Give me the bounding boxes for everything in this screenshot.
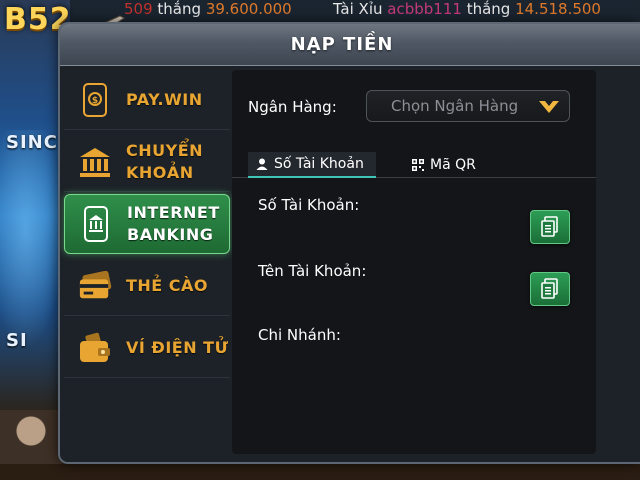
account-number-label: Số Tài Khoản: bbox=[258, 196, 360, 214]
ticker-word: thắng bbox=[157, 0, 202, 18]
wallet-icon bbox=[78, 331, 112, 365]
sidebar-item-label: PAY.WIN bbox=[126, 89, 203, 109]
ticker-amount: 14.518.500 bbox=[515, 0, 601, 18]
background-glow bbox=[0, 130, 64, 350]
ticker-entry: Tài Xỉu acbbb111 thắng 14.518.500 bbox=[333, 0, 601, 18]
sidebar-item-e-wallet[interactable]: VÍ ĐIỆN TỬ bbox=[64, 318, 230, 378]
modal-body: $ PAY.WIN CHUYỂN KHOẢN INTERNET BANKING … bbox=[60, 66, 640, 462]
sidebar-item-scratch-card[interactable]: THẺ CÀO bbox=[64, 256, 230, 316]
mobile-banking-icon bbox=[79, 206, 113, 242]
background-promo-text: SINC bbox=[6, 132, 58, 153]
copy-icon bbox=[541, 278, 558, 299]
copy-account-name-button[interactable] bbox=[530, 272, 570, 306]
bank-select-value: Chọn Ngân Hàng bbox=[391, 97, 519, 115]
sidebar-item-label: INTERNET BANKING bbox=[127, 203, 220, 244]
bank-icon bbox=[78, 145, 112, 179]
sidebar-item-label: VÍ ĐIỆN TỬ bbox=[126, 337, 229, 357]
ticker-user: acbbb111 bbox=[387, 0, 462, 18]
account-name-label: Tên Tài Khoản: bbox=[258, 262, 367, 280]
tab-qr-code[interactable]: Mã QR bbox=[404, 152, 494, 178]
tab-account-number[interactable]: Số Tài Khoản bbox=[248, 152, 376, 178]
sidebar-item-internet-banking[interactable]: INTERNET BANKING bbox=[64, 194, 230, 254]
ticker-entry: 509 thắng 39.600.000 bbox=[124, 0, 292, 18]
svg-text:$: $ bbox=[92, 96, 98, 106]
tab-label: Số Tài Khoản bbox=[274, 156, 364, 172]
ticker-game: Tài Xỉu bbox=[333, 0, 383, 18]
modal-title: NẠP TIỀN bbox=[290, 34, 394, 55]
paywin-phone-icon: $ bbox=[78, 82, 112, 117]
chevron-down-icon bbox=[539, 101, 559, 113]
payment-method-sidebar: $ PAY.WIN CHUYỂN KHOẢN INTERNET BANKING … bbox=[64, 66, 230, 462]
background-promo-text: SI bbox=[6, 330, 28, 351]
card-icon bbox=[78, 269, 112, 303]
account-tabs: Số Tài Khoản Mã QR bbox=[232, 150, 596, 178]
ticker-word: thắng bbox=[466, 0, 511, 18]
modal-header: NẠP TIỀN bbox=[60, 24, 640, 66]
copy-account-number-button[interactable] bbox=[530, 210, 570, 244]
tab-label: Mã QR bbox=[430, 157, 476, 173]
deposit-modal: NẠP TIỀN $ PAY.WIN CHUYỂN KHOẢN INTERNET… bbox=[58, 22, 640, 464]
bank-select-dropdown[interactable]: Chọn Ngân Hàng bbox=[366, 90, 570, 122]
sidebar-item-bank-transfer[interactable]: CHUYỂN KHOẢN bbox=[64, 132, 230, 192]
user-icon bbox=[256, 158, 268, 170]
bank-label: Ngân Hàng: bbox=[248, 98, 337, 116]
sidebar-item-label: THẺ CÀO bbox=[126, 275, 209, 295]
qr-icon bbox=[412, 159, 424, 171]
branch-label: Chi Nhánh: bbox=[258, 326, 341, 344]
internet-banking-panel: Ngân Hàng: Chọn Ngân Hàng Số Tài Khoản M… bbox=[232, 70, 596, 454]
copy-icon bbox=[541, 216, 558, 237]
sidebar-item-label: CHUYỂN KHOẢN bbox=[126, 140, 204, 182]
background-bottom-strip bbox=[0, 464, 640, 480]
sidebar-item-paywin[interactable]: $ PAY.WIN bbox=[64, 70, 230, 130]
ticker-amount: 39.600.000 bbox=[205, 0, 292, 18]
